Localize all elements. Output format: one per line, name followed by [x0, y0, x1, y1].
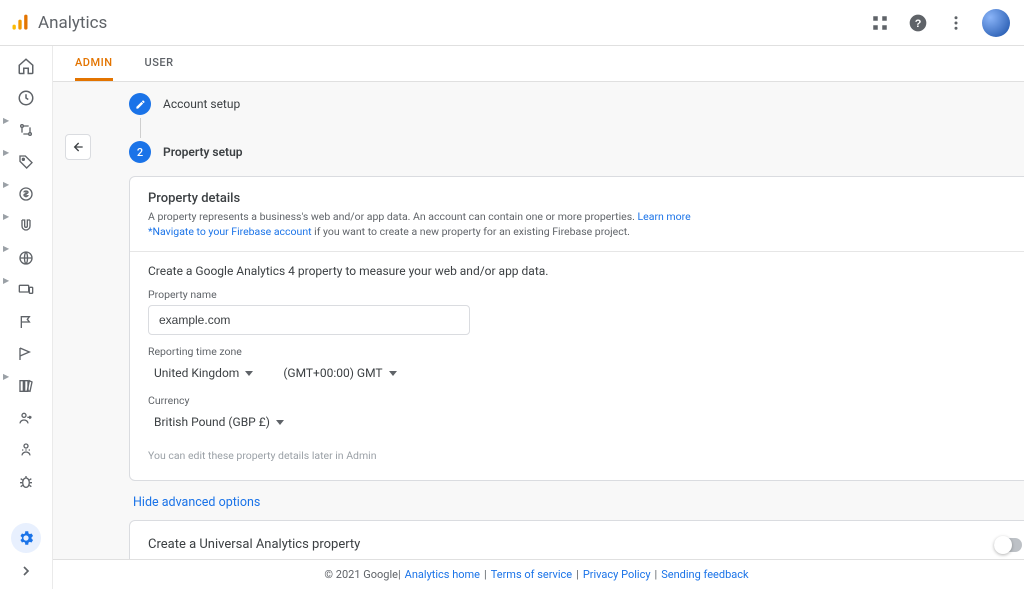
property-name-label: Property name	[148, 288, 1022, 301]
tag-icon[interactable]	[14, 150, 38, 174]
tab-admin[interactable]: ADMIN	[75, 46, 113, 81]
left-nav-rail: ▶ ▶ ▶ ▶ ▶ ▶ ▶	[0, 46, 52, 589]
monetization-dollar-icon[interactable]	[14, 182, 38, 206]
property-name-input[interactable]	[148, 305, 470, 335]
globe-icon[interactable]	[14, 246, 38, 270]
app-header: Analytics ?	[0, 0, 1024, 46]
footer-terms-link[interactable]: Terms of service	[491, 568, 572, 581]
hide-advanced-options-link[interactable]: Hide advanced options	[133, 495, 260, 510]
devices-icon[interactable]	[14, 278, 38, 302]
currency-dropdown[interactable]: British Pound (GBP £)	[148, 411, 1022, 433]
property-details-title: Property details	[148, 191, 1022, 206]
step1-label: Account setup	[163, 97, 240, 111]
diamond-measure-icon[interactable]	[868, 11, 892, 35]
home-icon[interactable]	[14, 54, 38, 78]
admin-tabs: ADMIN USER	[53, 46, 1024, 82]
admin-gear-icon[interactable]	[11, 523, 41, 553]
edit-later-note: You can edit these property details late…	[148, 449, 1022, 462]
firebase-link[interactable]: Navigate to your Firebase account	[153, 225, 312, 238]
footer-copyright: © 2021 Google	[324, 568, 398, 581]
learn-more-link[interactable]: Learn more	[638, 210, 691, 223]
brand-wrap: Analytics	[10, 13, 107, 33]
back-button[interactable]	[65, 134, 91, 160]
caret-down-icon	[245, 371, 253, 376]
timezone-label: Reporting time zone	[148, 345, 1022, 358]
collapse-chevron-icon[interactable]	[14, 559, 38, 583]
footer-feedback-link[interactable]: Sending feedback	[661, 568, 748, 581]
timezone-country-dropdown[interactable]: United Kingdom	[148, 362, 259, 384]
debug-bug-icon[interactable]	[14, 470, 38, 494]
caret-down-icon	[389, 371, 397, 376]
property-details-desc: A property represents a business's web a…	[148, 210, 1022, 225]
ua-title: Create a Universal Analytics property	[148, 537, 360, 552]
realtime-clock-icon[interactable]	[14, 86, 38, 110]
conversions-flag-icon[interactable]	[14, 342, 38, 366]
timezone-offset-dropdown[interactable]: (GMT+00:00) GMT	[277, 362, 402, 384]
ua-property-card: Create a Universal Analytics property Th…	[129, 520, 1024, 559]
brand-title: Analytics	[38, 13, 107, 33]
currency-label: Currency	[148, 394, 1022, 407]
step2-dot: 2	[129, 141, 151, 163]
svg-text:?: ?	[915, 18, 922, 30]
user-properties-icon[interactable]	[14, 438, 38, 462]
caret-down-icon	[276, 420, 284, 425]
audiences-people-icon[interactable]	[14, 406, 38, 430]
property-details-card: Property details A property represents a…	[129, 176, 1024, 481]
retention-magnet-icon[interactable]	[14, 214, 38, 238]
footer-analytics-home-link[interactable]: Analytics home	[405, 568, 480, 581]
step2-label: Property setup	[163, 145, 243, 159]
tab-user[interactable]: USER	[145, 46, 174, 81]
flag-events-icon[interactable]	[14, 310, 38, 334]
create-ga4-text: Create a Google Analytics 4 property to …	[148, 264, 1022, 278]
analytics-logo-icon	[10, 13, 30, 33]
ua-toggle[interactable]	[994, 538, 1022, 552]
account-avatar[interactable]	[982, 9, 1010, 37]
firebase-note: *Navigate to your Firebase account if yo…	[148, 225, 1022, 240]
page-footer: © 2021 Google | Analytics home | Terms o…	[53, 559, 1024, 589]
lifecycle-icon[interactable]	[14, 118, 38, 142]
library-icon[interactable]	[14, 374, 38, 398]
more-vert-icon[interactable]	[944, 11, 968, 35]
step-account-setup[interactable]: Account setup	[129, 90, 1024, 118]
main-panel: ADMIN USER Account setup 2 Property setu…	[52, 46, 1024, 589]
content-area: Account setup 2 Property setup Property …	[53, 82, 1024, 559]
step1-dot-pencil-icon	[129, 93, 151, 115]
help-icon[interactable]: ?	[906, 11, 930, 35]
step-property-setup: 2 Property setup	[129, 138, 1024, 166]
footer-privacy-link[interactable]: Privacy Policy	[583, 568, 651, 581]
